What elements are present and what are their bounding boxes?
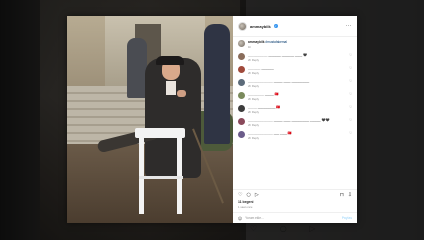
comment-icon[interactable]: ○ [246, 192, 250, 198]
like-icon[interactable]: ♡ [238, 192, 242, 198]
comment-body: _______ [261, 66, 274, 70]
comment-username[interactable]: ______________ [248, 79, 273, 83]
avatar[interactable] [238, 79, 245, 86]
comment-row: _____ __________ 🇹🇷 2h Reply ♡ [238, 105, 352, 114]
background-actions: ♡ ○ ▷ [250, 224, 326, 233]
comment-body: _____ 🇹🇷 [264, 92, 279, 96]
avatar[interactable] [238, 66, 245, 73]
photo-hand [177, 90, 186, 97]
avatar[interactable] [238, 53, 245, 60]
caption-text: ammaybilk #mustafakemal [248, 40, 352, 44]
comment-body: __________ 🇹🇷 [257, 105, 281, 109]
avatar[interactable] [238, 118, 245, 125]
post-comment-button[interactable]: Paylas [342, 216, 352, 220]
comment-row: ______________ ___ ____ 🇹🇷 2h Reply ♡ [238, 131, 352, 140]
post-modal: ammaybilk ✓ ··· ammaybilk #mustafakemal … [67, 16, 357, 223]
verified-badge-icon: ✓ [273, 24, 278, 28]
comment-meta: 2h Reply [248, 110, 260, 114]
photo-stool-leg [177, 134, 182, 214]
download-icon[interactable]: ⇩ [348, 192, 352, 198]
caption-meta: 1h [248, 45, 252, 49]
comment-input[interactable] [245, 216, 339, 220]
avatar[interactable] [238, 21, 247, 31]
comment-text: ______________ _____ ____ __________ ___… [248, 118, 344, 122]
comment-text: _________ _____ 🇹🇷 [248, 92, 344, 96]
post-date: 1 saat once [238, 205, 253, 209]
comment-row: ______________ _____ ____ __________ ___… [238, 118, 352, 127]
comment-body: _____ ____ __________ ______ 🖤🖤 [273, 118, 330, 122]
share-icon[interactable]: ▷ [255, 192, 259, 198]
comments-list[interactable]: ammaybilk #mustafakemal 1h ___________ _… [233, 37, 357, 189]
username[interactable]: ammaybilk [250, 24, 271, 29]
comment-like-icon[interactable]: ♡ [347, 105, 352, 114]
comment-meta: 2h Reply [248, 84, 260, 88]
comment-body: _______ _______ ____ 🖤 [268, 53, 307, 57]
photo-figure-right [204, 24, 230, 144]
comment-meta: 2h Reply [248, 123, 260, 127]
comment-row: ___________ _______ _______ ____ 🖤 2h Rep… [238, 53, 352, 62]
comment-meta: 2h Reply [248, 136, 260, 140]
save-icon[interactable]: ⊓ [340, 192, 344, 198]
comment-row: ______________ _____ ____ __________ 2h R… [238, 79, 352, 88]
comment-username[interactable]: ___________ [248, 53, 268, 57]
photo-figure-left [127, 38, 147, 98]
avatar[interactable] [238, 40, 245, 47]
photo-stool-leg [139, 134, 144, 214]
action-bar: ♡ ○ ▷ ⊓ ⇩ [233, 189, 357, 200]
comment-username[interactable]: _______ [248, 66, 260, 70]
post-sidebar: ammaybilk ✓ ··· ammaybilk #mustafakemal … [233, 16, 357, 223]
caption-username[interactable]: ammaybilk [248, 40, 264, 44]
comment-meta: 2h Reply [248, 71, 260, 75]
comment-text: ______________ _____ ____ __________ [248, 79, 344, 83]
comment-like-icon[interactable]: ♡ [347, 79, 352, 88]
photo-shirt [166, 81, 176, 95]
photo-hat [156, 56, 184, 65]
comment-like-icon[interactable]: ♡ [347, 118, 352, 127]
comment-username[interactable]: ______________ [248, 118, 273, 122]
comment-like-icon[interactable]: ♡ [347, 53, 352, 62]
comments-container: ___________ _______ _______ ____ 🖤 2h Rep… [238, 53, 352, 140]
comment-row: _______ _______ 2h Reply ♡ [238, 66, 352, 75]
avatar[interactable] [238, 92, 245, 99]
comment-like-icon[interactable]: ♡ [347, 92, 352, 101]
comment-username[interactable]: ______________ [248, 131, 273, 135]
comment-text: _______ _______ [248, 66, 344, 70]
post-header: ammaybilk ✓ ··· [233, 16, 357, 37]
comment-text: _____ __________ 🇹🇷 [248, 105, 344, 109]
caption-hashtag[interactable]: #mustafakemal [265, 40, 287, 44]
comment-like-icon[interactable]: ♡ [347, 66, 352, 75]
comment-body: ___ ____ 🇹🇷 [273, 131, 292, 135]
comment-text: ______________ ___ ____ 🇹🇷 [248, 131, 344, 135]
comment-like-icon[interactable]: ♡ [347, 131, 352, 140]
post-photo[interactable] [67, 16, 233, 223]
comment-username[interactable]: _________ [248, 92, 264, 96]
comment-meta: 2h Reply [248, 97, 260, 101]
comment-body: _____ ____ __________ [273, 79, 310, 83]
avatar[interactable] [238, 131, 245, 138]
add-comment-bar: ☺ Paylas [233, 212, 357, 223]
emoji-icon[interactable]: ☺ [238, 216, 242, 221]
avatar[interactable] [238, 105, 245, 112]
comment-username[interactable]: _____ [248, 105, 257, 109]
comment-row: _________ _____ 🇹🇷 2h Reply ♡ [238, 92, 352, 101]
caption: ammaybilk #mustafakemal 1h [238, 40, 352, 49]
photo-stool-rung [139, 176, 183, 179]
comment-text: ___________ _______ _______ ____ 🖤 [248, 53, 344, 57]
more-options-icon[interactable]: ··· [346, 23, 353, 29]
comment-meta: 2h Reply [248, 58, 260, 62]
